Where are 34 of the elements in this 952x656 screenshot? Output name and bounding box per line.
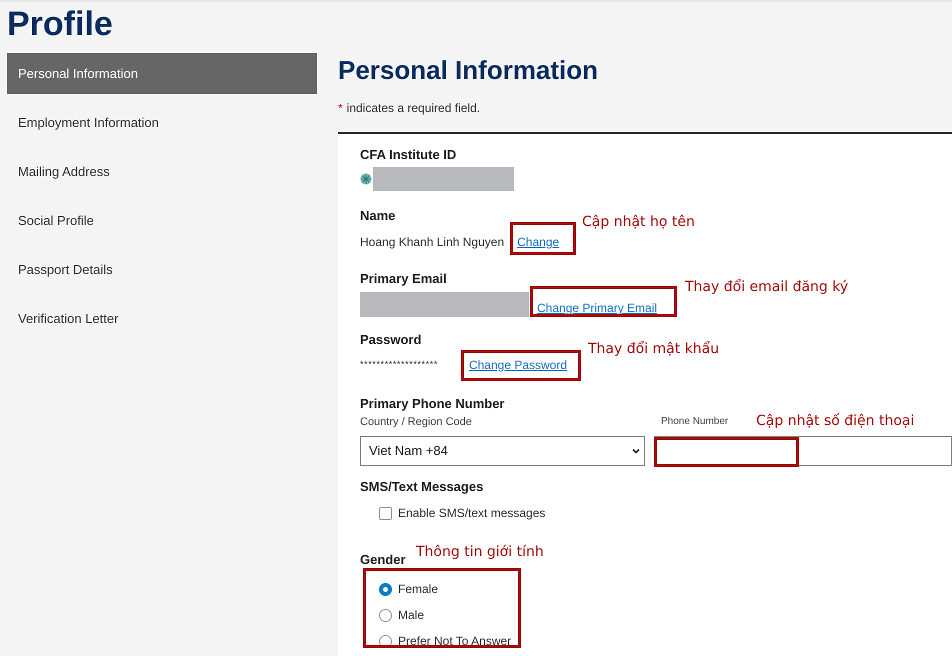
page-title: Profile bbox=[6, 4, 114, 44]
name-value: Hoang Khanh Linh Nguyen bbox=[360, 234, 504, 250]
link[interactable]: Change Primary Email bbox=[537, 299, 658, 317]
sidebar-item[interactable]: Passport Details bbox=[7, 249, 317, 290]
annotation-text: Thay đổi mật khẩu bbox=[588, 340, 720, 358]
section-title: Personal Information bbox=[338, 54, 600, 86]
field-label: SMS/Text Messages bbox=[360, 478, 484, 496]
radio-label: Prefer Not To Answer bbox=[398, 633, 512, 650]
required-mark: * bbox=[338, 100, 343, 117]
checkbox-label: Enable SMS/text messages bbox=[398, 505, 546, 522]
annotation-text: Thay đổi email đăng ký bbox=[685, 278, 848, 296]
password-mask: ******************* bbox=[360, 358, 438, 371]
sidebar-item[interactable]: Verification Letter bbox=[7, 298, 317, 339]
required-note: indicates a required field. bbox=[346, 100, 480, 117]
field-label: Primary Email bbox=[360, 270, 447, 288]
sidebar-item[interactable]: Personal Information bbox=[7, 53, 317, 94]
field-label: Name bbox=[360, 207, 396, 225]
link[interactable]: Change bbox=[517, 232, 560, 250]
field-label: Primary Phone Number bbox=[360, 395, 504, 413]
radio-label: Male bbox=[398, 607, 424, 624]
sidebar-item[interactable]: Employment Information bbox=[7, 102, 317, 143]
country-select[interactable]: Viet Nam +84 bbox=[360, 436, 645, 466]
link[interactable]: Change Password bbox=[468, 356, 568, 374]
field-label: Password bbox=[360, 331, 422, 349]
field-label: Country / Region Code bbox=[360, 415, 472, 430]
field-label: Gender bbox=[360, 551, 406, 569]
annotation-text: Cập nhật số điện thoại bbox=[756, 412, 914, 430]
radio-label: Female bbox=[398, 581, 438, 598]
annotation-text: Thông tin giới tính bbox=[416, 543, 544, 561]
field-label: Phone Number bbox=[661, 415, 728, 429]
sidebar-item[interactable]: Mailing Address bbox=[7, 151, 317, 192]
sidebar-item[interactable]: Social Profile bbox=[7, 200, 317, 241]
annotation-text: Cập nhật họ tên bbox=[582, 213, 695, 231]
field-label: CFA Institute ID bbox=[360, 146, 456, 164]
